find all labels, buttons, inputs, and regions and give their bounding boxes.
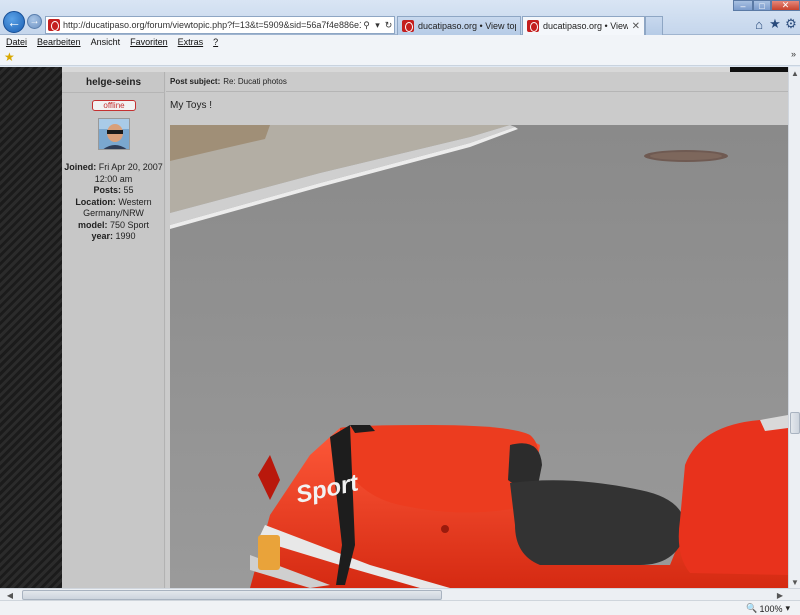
post-photo-motorcycle: Sport xyxy=(170,125,788,588)
detail-posts: Posts: 55 xyxy=(93,185,134,195)
post-subject-line: Post subject: Re: Ducati photos xyxy=(166,72,788,92)
horizontal-scrollbar[interactable]: ◀ ▶ xyxy=(0,588,800,600)
menu-extras[interactable]: Extras xyxy=(178,37,204,47)
refresh-icon[interactable]: ↻ xyxy=(383,20,394,31)
close-icon[interactable]: ✕ xyxy=(632,21,640,32)
star-icon[interactable]: ★ xyxy=(768,16,782,31)
site-favicon-icon xyxy=(402,20,414,32)
menu-bar: Datei Bearbeiten Ansicht Favoriten Extra… xyxy=(0,35,800,49)
detail-location-cont: Germany/NRW xyxy=(83,208,144,218)
address-url[interactable]: http://ducatipaso.org/forum/viewtopic.ph… xyxy=(63,20,361,30)
menu-help[interactable]: ? xyxy=(213,37,218,47)
gear-icon[interactable]: ⚙ xyxy=(784,16,798,31)
close-window-icon[interactable]: ✕ xyxy=(771,0,800,11)
menu-favoriten[interactable]: Favoriten xyxy=(130,37,168,47)
menu-datei[interactable]: Datei xyxy=(6,37,27,47)
site-favicon-icon xyxy=(527,20,539,32)
home-icon[interactable]: ⌂ xyxy=(752,17,766,32)
forward-arrow-icon[interactable]: → xyxy=(27,14,42,29)
page-background-pattern xyxy=(0,67,62,588)
detail-year: year: 1990 xyxy=(91,231,136,241)
menu-ansicht[interactable]: Ansicht xyxy=(91,37,121,47)
detail-model: model: 750 Sport xyxy=(77,219,150,230)
vertical-scrollbar[interactable]: ▲ ▼ xyxy=(788,67,800,588)
chevron-down-icon[interactable]: ▾ xyxy=(785,603,790,614)
tab-view-topic-1[interactable]: ducatipaso.org • View topic - 7... xyxy=(397,16,521,35)
tab-view-topic-2[interactable]: ducatipaso.org • View topic ... ✕ xyxy=(522,16,645,35)
zoom-level: 100% xyxy=(759,603,783,614)
status-bar: 🔍 100% ▾ xyxy=(0,600,800,615)
browser-toolbar: ← → http://ducatipaso.org/forum/viewtopi… xyxy=(0,0,800,35)
author-details: Joined: Fri Apr 20, 2007 12:00 am Posts:… xyxy=(62,162,165,243)
post-subject-label: Post subject: xyxy=(170,77,221,86)
maximize-icon[interactable]: □ xyxy=(753,0,771,11)
vertical-scroll-thumb[interactable] xyxy=(790,412,800,434)
more-chevron-icon[interactable]: » xyxy=(791,49,796,59)
dropdown-icon[interactable]: ▾ xyxy=(372,20,383,31)
post-text: My Toys ! xyxy=(170,100,213,111)
tab-label: ducatipaso.org • View topic - 7... xyxy=(418,21,516,31)
detail-joined-time: 12:00 am xyxy=(94,173,133,184)
site-favicon-icon xyxy=(48,19,60,31)
detail-location: Location: Western xyxy=(75,196,152,207)
search-icon[interactable]: ⚲ xyxy=(361,20,372,31)
scroll-down-icon[interactable]: ▼ xyxy=(789,576,800,588)
zoom-icon: 🔍 xyxy=(746,603,758,613)
avatar xyxy=(98,118,130,150)
status-badge: offline xyxy=(92,100,136,111)
add-favorite-star-icon[interactable]: ★ xyxy=(4,50,15,64)
new-tab-button[interactable] xyxy=(645,16,663,35)
detail-joined: Joined: Fri Apr 20, 2007 xyxy=(64,162,163,172)
horizontal-scroll-thumb[interactable] xyxy=(22,590,442,600)
post-subject[interactable]: Re: Ducati photos xyxy=(223,77,287,86)
minimize-icon[interactable]: – xyxy=(733,0,753,11)
tab-label: ducatipaso.org • View topic ... xyxy=(543,21,628,31)
divider xyxy=(62,92,165,93)
zoom-control[interactable]: 🔍 100% ▾ xyxy=(746,603,790,614)
scroll-up-icon[interactable]: ▲ xyxy=(789,67,800,79)
page-viewport: helge-seins offline Joined: Fri Apr 20, … xyxy=(0,67,788,588)
address-bar[interactable]: http://ducatipaso.org/forum/viewtopic.ph… xyxy=(45,16,395,34)
post-profile-column: helge-seins offline Joined: Fri Apr 20, … xyxy=(62,72,165,588)
forum-post-container: helge-seins offline Joined: Fri Apr 20, … xyxy=(62,67,788,588)
post-author-username[interactable]: helge-seins xyxy=(62,77,165,88)
favorites-bar: ★ » xyxy=(0,49,800,66)
menu-bearbeiten[interactable]: Bearbeiten xyxy=(37,37,81,47)
back-arrow-icon[interactable]: ← xyxy=(3,11,25,33)
